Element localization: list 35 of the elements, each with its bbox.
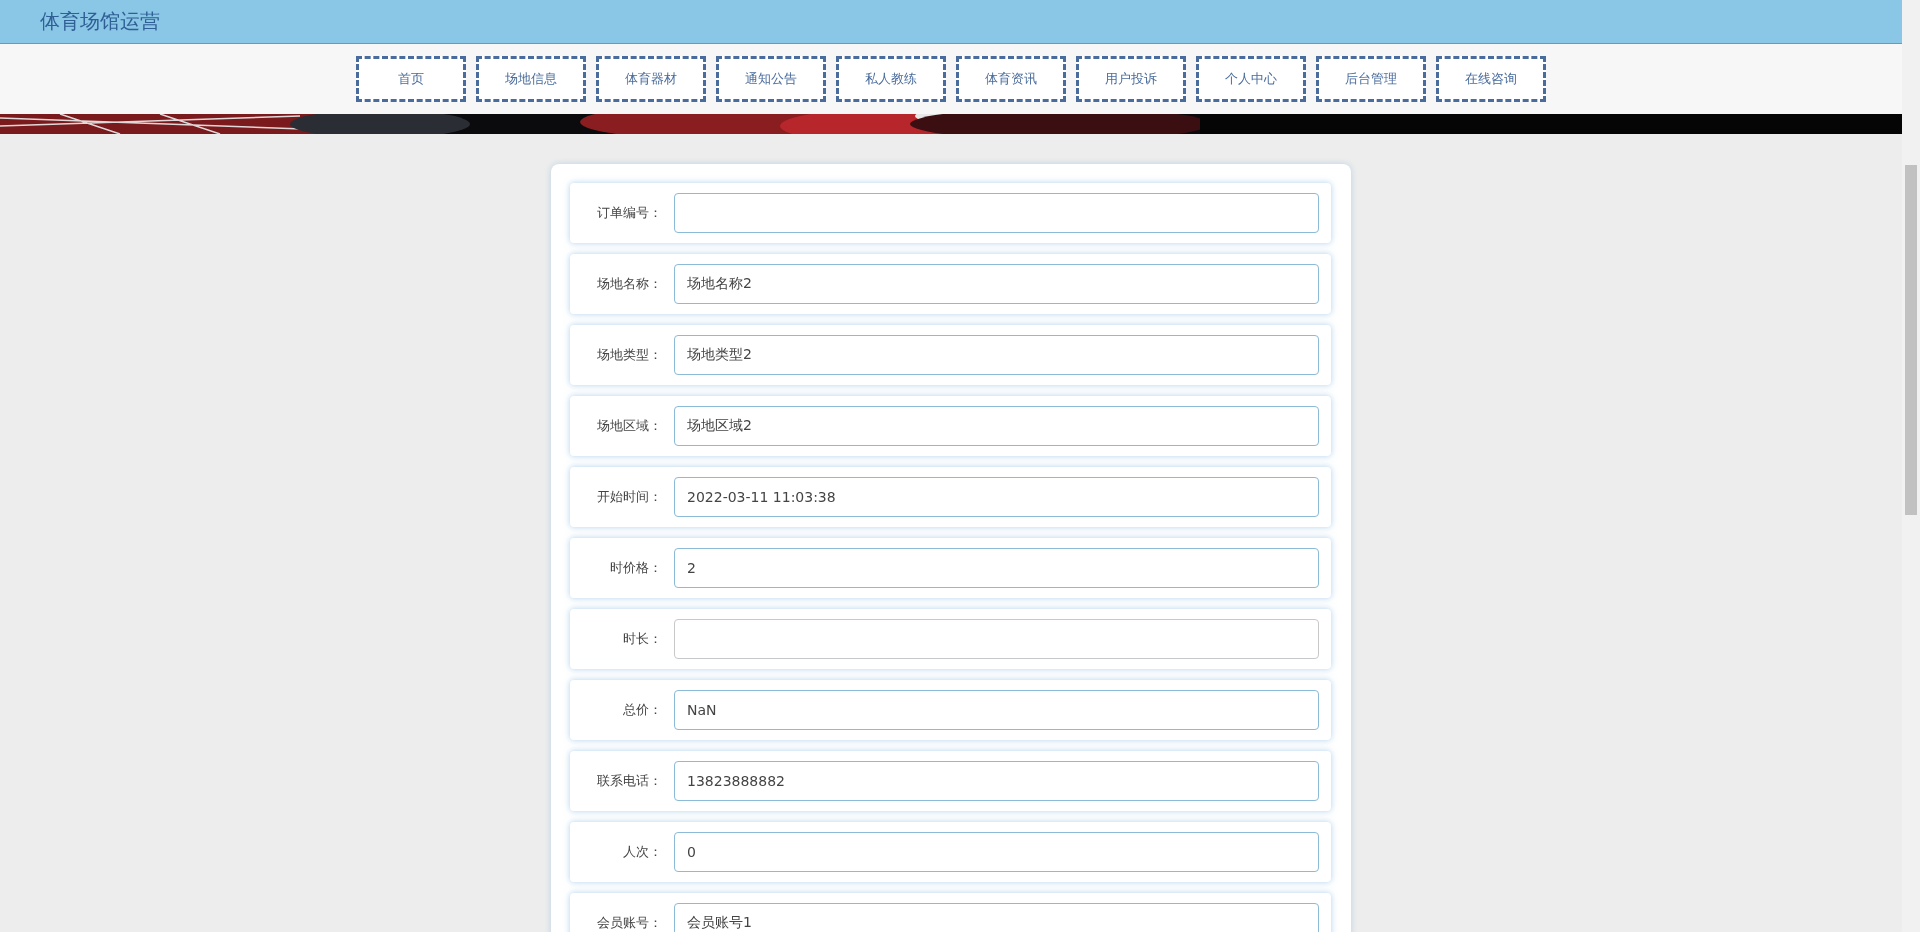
field-label: 开始时间：: [596, 488, 663, 506]
nav-link[interactable]: 场地信息: [476, 56, 586, 102]
field-label: 会员账号：: [596, 914, 663, 932]
nav-link[interactable]: 后台管理: [1316, 56, 1426, 102]
input-field[interactable]: 2: [674, 548, 1319, 588]
field-label: 场地类型：: [596, 346, 663, 364]
input-field[interactable]: 场地类型2: [674, 335, 1319, 375]
field-label: 场地区域：: [596, 417, 663, 435]
site-title: 体育场馆运营: [40, 8, 160, 35]
field-label: 时价格：: [609, 559, 663, 577]
nav-link[interactable]: 个人中心: [1196, 56, 1306, 102]
field-label: 总价：: [622, 701, 663, 719]
input-field[interactable]: 场地区域2: [674, 406, 1319, 446]
input-field[interactable]: 13823888882: [674, 761, 1319, 801]
field-label: 人次：: [622, 843, 663, 861]
scroll-thumb[interactable]: [1905, 165, 1917, 515]
field-label: 订单编号：: [596, 204, 663, 222]
input-field[interactable]: 会员账号1: [674, 903, 1319, 932]
scrollbar[interactable]: [1902, 0, 1920, 932]
nav-link[interactable]: 私人教练: [836, 56, 946, 102]
nav-link[interactable]: 体育器材: [596, 56, 706, 102]
nav-link[interactable]: 体育资讯: [956, 56, 1066, 102]
input-field[interactable]: 场地名称2: [674, 264, 1319, 304]
input-field[interactable]: 0: [674, 832, 1319, 872]
nav-link[interactable]: 通知公告: [716, 56, 826, 102]
input-field[interactable]: [674, 619, 1319, 659]
field-label: 联系电话：: [596, 772, 663, 790]
input-field[interactable]: NaN: [674, 690, 1319, 730]
input-field[interactable]: [674, 193, 1319, 233]
nav-link[interactable]: 首页: [356, 56, 466, 102]
field-label: 时长：: [622, 630, 663, 648]
nav-link[interactable]: 在线咨询: [1436, 56, 1546, 102]
field-label: 场地名称：: [596, 275, 663, 293]
nav-link[interactable]: 用户投诉: [1076, 56, 1186, 102]
input-field[interactable]: 2022-03-11 11:03:38: [674, 477, 1319, 517]
